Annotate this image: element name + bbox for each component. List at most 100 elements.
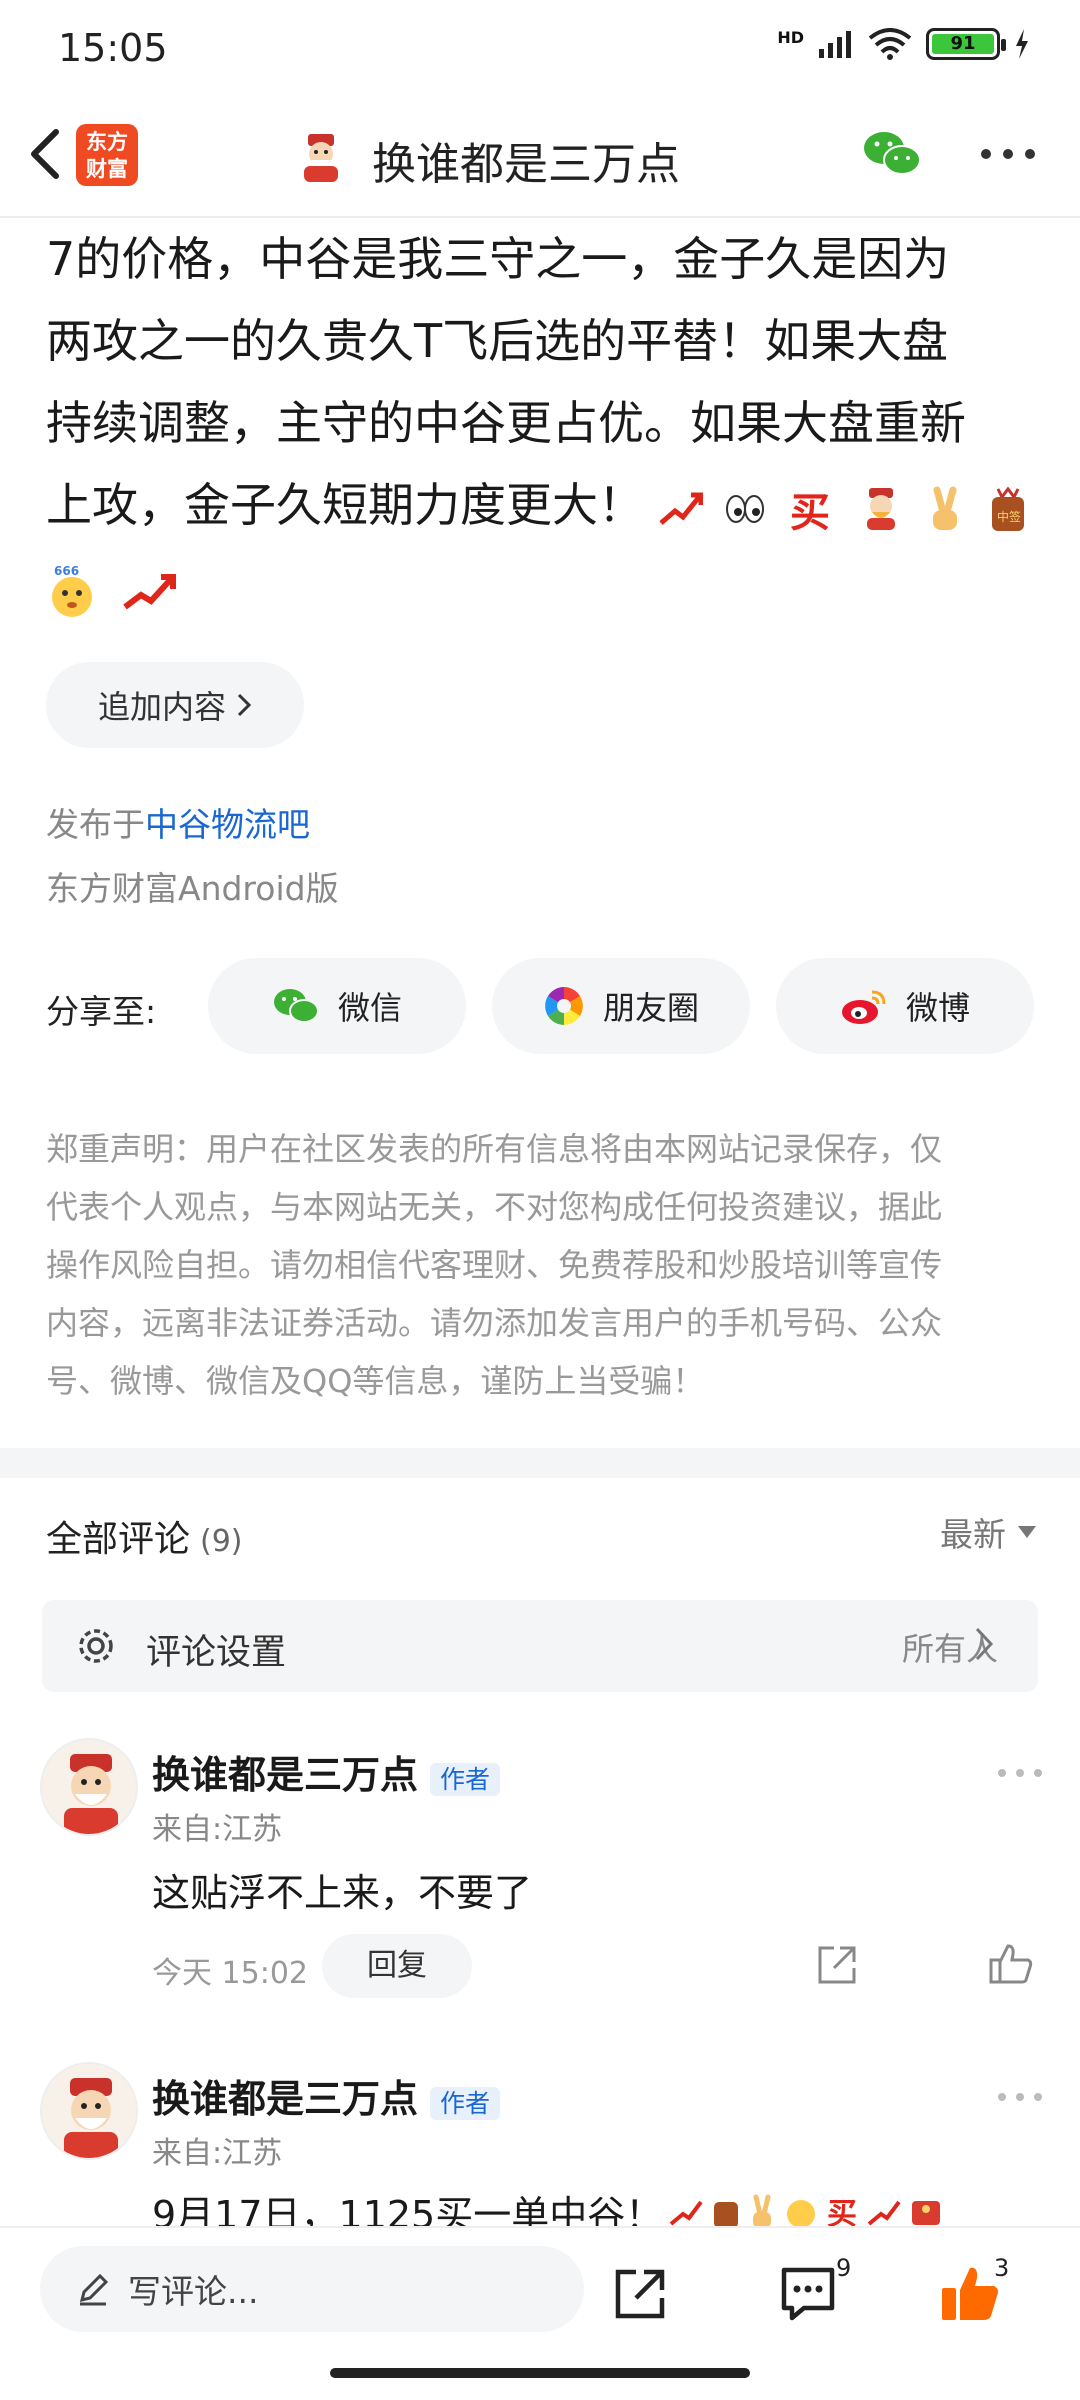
- comment-more-icon[interactable]: [994, 1758, 1080, 1788]
- home-indicator: [330, 2368, 750, 2378]
- chevron-right-icon: [975, 1627, 994, 1661]
- 666-face-icon: 666: [52, 564, 92, 617]
- share-moments-button[interactable]: 朋友圈: [492, 958, 750, 1054]
- buy-stamp-char: 买: [827, 2197, 857, 2230]
- share-label: 分享至:: [46, 992, 157, 1031]
- comment-location: 来自:江苏: [152, 2136, 283, 2171]
- comment-location: 来自:江苏: [152, 1812, 283, 1847]
- disclaimer-line: 号、微博、微信及QQ等信息，谨防上当受骗！: [46, 1362, 705, 1400]
- more-options-icon[interactable]: [980, 148, 1036, 160]
- wifi-icon: [868, 28, 912, 60]
- buy-stamp-char: 买: [790, 490, 830, 532]
- section-divider: [0, 1448, 1080, 1478]
- eyes-icon: [726, 494, 765, 523]
- sort-dropdown[interactable]: 最新: [940, 1508, 1036, 1556]
- battery-icon: 91: [926, 28, 1006, 60]
- comment-text: 这贴浮不上来，不要了: [152, 1871, 533, 1915]
- back-icon[interactable]: [18, 124, 78, 184]
- share-moments-label: 朋友圈: [602, 989, 699, 1027]
- disclaimer-line: 郑重声明：用户在社区发表的所有信息将由本网站记录保存，仅: [46, 1130, 943, 1168]
- comment-count-badge: 9: [836, 2254, 852, 2282]
- share-wechat-button[interactable]: 微信: [208, 958, 466, 1054]
- comments-title: 全部评论 (9): [46, 1510, 243, 1562]
- post-line-text: 上攻，金子久短期力度更大！: [46, 478, 644, 532]
- god-of-wealth-icon[interactable]: [294, 130, 348, 184]
- share-wechat-label: 微信: [337, 989, 402, 1027]
- disclaimer-line: 操作风险自担。请勿相信代客理财、免费荐股和炒股培训等宣传: [46, 1246, 943, 1284]
- write-comment-input[interactable]: 写评论...: [40, 2246, 584, 2332]
- post-content: 7的价格，中谷是我三守之一，金子久是因为 两攻之一的久贵久T飞后选的平替！如果大…: [46, 218, 1036, 628]
- comment-settings-label: 评论设置: [146, 1633, 287, 1673]
- lucky-bag-text: 中签: [997, 509, 1021, 524]
- moments-icon: [545, 987, 583, 1025]
- like-count-badge: 3: [994, 2254, 1010, 2282]
- god-of-wealth-icon: [866, 487, 895, 530]
- post-line: 两攻之一的久贵久T飞后选的平替！如果大盘: [46, 314, 949, 368]
- post-line: 上攻，金子久短期力度更大！ 买 中签: [46, 464, 1036, 546]
- post-line: 持续调整，主守的中谷更占优。如果大盘重新: [46, 396, 966, 450]
- avatar[interactable]: [40, 2062, 138, 2160]
- network-type-label: HD: [777, 28, 804, 47]
- disclaimer-line: 代表个人观点，与本网站无关，不对您构成任何投资建议，据此: [46, 1188, 943, 1226]
- pencil-icon: [79, 2273, 109, 2306]
- share-weibo-label: 微博: [905, 989, 970, 1027]
- share-icon[interactable]: [816, 1944, 858, 1986]
- app-logo[interactable]: 东方 财富: [76, 124, 138, 186]
- thumbs-up-icon[interactable]: [988, 1940, 1034, 1986]
- disclaimer-line: 内容，远离非法证券活动。请勿添加发言用户的手机号码、公众: [46, 1304, 943, 1342]
- comment-author[interactable]: 换谁都是三万点 作者: [152, 2068, 501, 2123]
- app-logo-line2: 财富: [86, 157, 128, 181]
- caret-down-icon: [1018, 1526, 1036, 1538]
- author-badge: 作者: [430, 1762, 501, 1796]
- add-content-button[interactable]: 追加内容: [46, 662, 304, 748]
- buy-stamp-icon: 买: [790, 490, 830, 532]
- share-icon[interactable]: [612, 2266, 668, 2322]
- publish-info: 发布于中谷物流吧: [46, 798, 310, 846]
- gear-icon: [79, 1629, 113, 1663]
- publish-prefix: 发布于: [46, 805, 145, 844]
- reply-button[interactable]: 回复: [322, 1934, 472, 1998]
- buy-stamp-icon: 买: [827, 2197, 857, 2230]
- rising-chart-icon: [669, 2200, 703, 2226]
- comment-author[interactable]: 换谁都是三万点 作者: [152, 1744, 501, 1799]
- page-title: 换谁都是三万点: [372, 139, 680, 190]
- god-of-wealth-icon: [64, 2078, 118, 2158]
- 666-text: 666: [54, 564, 79, 578]
- lucky-bag-icon: 中签: [991, 486, 1024, 531]
- forum-link[interactable]: 中谷物流吧: [145, 805, 310, 844]
- comments-title-label: 全部评论: [46, 1519, 191, 1560]
- signal-icon: [819, 31, 851, 58]
- client-info: 东方财富Android版: [46, 869, 339, 908]
- rising-chart-icon: [122, 573, 176, 609]
- share-weibo-button[interactable]: 微博: [776, 958, 1034, 1054]
- disclaimer: 郑重声明：用户在社区发表的所有信息将由本网站记录保存，仅 代表个人观点，与本网站…: [46, 1120, 1036, 1410]
- rising-chart-icon: [658, 492, 703, 525]
- status-time: 15:05: [58, 26, 168, 70]
- wechat-share-icon[interactable]: [862, 128, 922, 180]
- comment-icon[interactable]: [778, 2264, 838, 2324]
- comment-author-name: 换谁都是三万点: [152, 2077, 419, 2121]
- sort-label: 最新: [940, 1515, 1006, 1554]
- rising-chart-icon: [867, 2200, 901, 2226]
- post-line: 7的价格，中谷是我三守之一，金子久是因为: [46, 232, 950, 286]
- god-of-wealth-icon: [64, 1754, 118, 1834]
- author-badge: 作者: [430, 2086, 501, 2120]
- weibo-icon: [841, 990, 886, 1024]
- comment-more-icon[interactable]: [994, 2082, 1080, 2112]
- charging-icon: [1016, 29, 1028, 59]
- red-envelope-icon: [912, 2200, 941, 2225]
- battery-level: 91: [932, 34, 994, 54]
- comment-time: 今天 15:02: [152, 1956, 308, 1991]
- post-line: 666: [46, 546, 1036, 628]
- thumbs-up-filled-icon[interactable]: [940, 2262, 1002, 2324]
- 666-face-icon: [787, 2199, 816, 2228]
- add-content-label: 追加内容: [97, 688, 226, 726]
- wechat-icon: [273, 989, 319, 1023]
- avatar[interactable]: [40, 1738, 138, 1836]
- chevron-right-icon: [237, 693, 252, 717]
- write-comment-placeholder: 写评论...: [128, 2272, 259, 2311]
- comments-count: (9): [200, 1524, 243, 1559]
- status-icons: HD 91: [777, 28, 1030, 60]
- lucky-bag-icon: [714, 2201, 739, 2228]
- victory-hand-icon: [933, 486, 958, 530]
